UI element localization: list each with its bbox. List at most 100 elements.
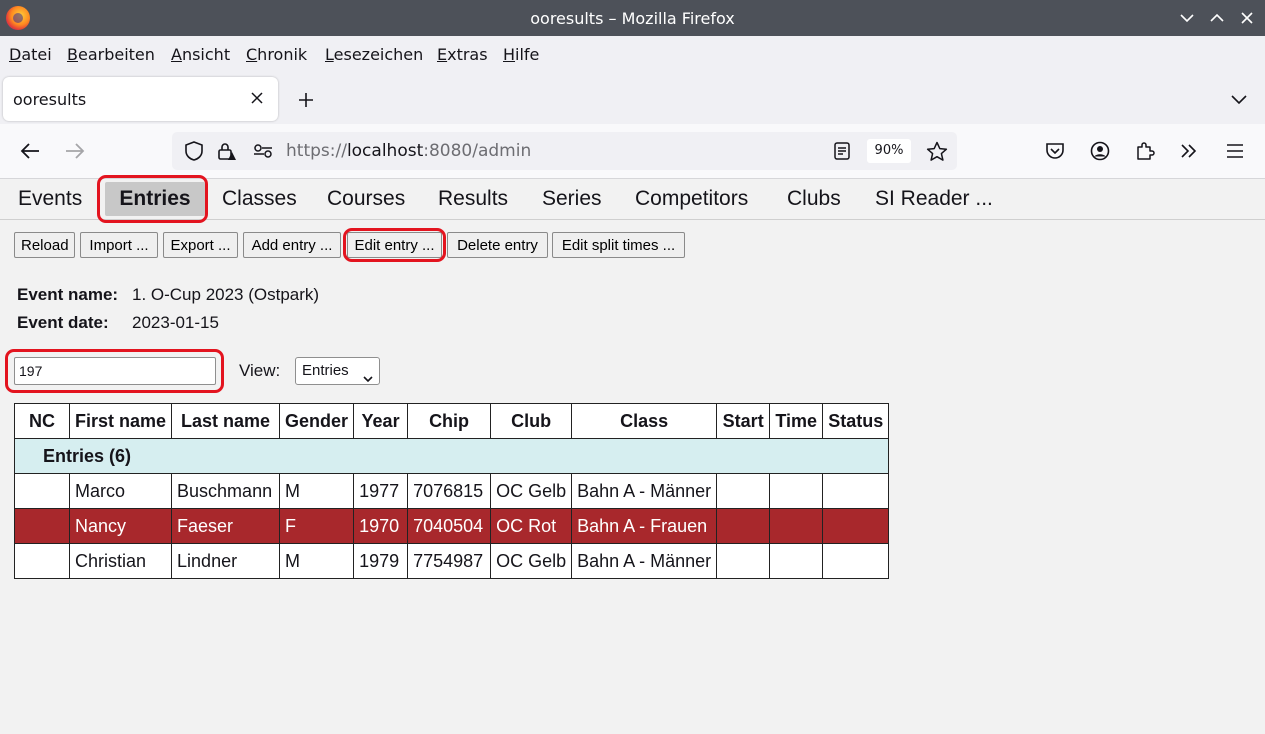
event-date-value: 2023-01-15 [132, 313, 219, 332]
view-select-value: Entries [302, 362, 349, 379]
view-select[interactable]: Entries [295, 357, 380, 385]
window-title: ooresults – Mozilla Firefox [530, 9, 735, 28]
table-cell: 7040504 [407, 508, 492, 544]
permissions-icon[interactable] [248, 136, 278, 166]
menu-chronik[interactable]: Chronik [246, 45, 307, 64]
menu-label: earbeiten [77, 45, 155, 64]
column-header[interactable]: Chip [407, 403, 492, 439]
add-entry-button[interactable]: Add entry ... [243, 232, 341, 258]
reader-view-icon[interactable] [827, 136, 857, 166]
column-header[interactable]: Last name [171, 403, 281, 439]
maximize-icon[interactable] [1205, 6, 1229, 30]
tab-results[interactable]: Results [430, 182, 516, 216]
edit-split-times-button[interactable]: Edit split times ... [552, 232, 685, 258]
tab-competitors[interactable]: Competitors [627, 182, 756, 216]
menu-bar: Datei Bearbeiten Ansicht Chronik Lesezei… [0, 36, 1265, 72]
menu-label: esezeichen [333, 45, 424, 64]
table-cell: Lindner [171, 543, 281, 579]
import-button[interactable]: Import ... [80, 232, 158, 258]
table-row[interactable]: Marco Buschmann M 1977 7076815 OC Gelb Bahn A … [14, 473, 890, 509]
reload-button[interactable]: Reload [14, 232, 75, 258]
menu-datei[interactable]: Datei [9, 45, 52, 64]
menu-bearbeiten[interactable]: Bearbeiten [67, 45, 155, 64]
event-name-label: Event name: [17, 285, 119, 304]
column-header[interactable]: Start [716, 403, 771, 439]
tab-strip: ooresults [0, 72, 1265, 124]
tab-classes[interactable]: Classes [214, 182, 305, 216]
browser-tab[interactable]: ooresults [3, 77, 278, 121]
column-header[interactable]: Class [571, 403, 718, 439]
account-icon[interactable] [1085, 136, 1115, 166]
hamburger-menu-icon[interactable] [1220, 136, 1250, 166]
search-input[interactable]: 197 [14, 357, 216, 385]
tab-clubs[interactable]: Clubs [779, 182, 849, 216]
chevron-down-icon[interactable] [1225, 86, 1253, 114]
menu-hilfe[interactable]: Hilfe [503, 45, 539, 64]
url-bar[interactable]: https://localhost:8080/admin 90% [172, 132, 957, 170]
back-icon[interactable] [15, 136, 45, 166]
table-cell [822, 543, 890, 579]
star-icon[interactable] [922, 136, 952, 166]
menu-label: hronik [257, 45, 308, 64]
table-cell: 1970 [353, 508, 409, 544]
table-header-row: NC First name Last name Gender Year Chip… [14, 403, 890, 439]
menu-ansicht[interactable]: Ansicht [171, 45, 230, 64]
close-tab-icon[interactable] [246, 87, 268, 109]
column-header[interactable]: Gender [279, 403, 355, 439]
table-cell: Bahn A - Männer [571, 473, 718, 509]
page-content: Events Entries Classes Courses Results S… [0, 175, 1265, 734]
table-cell [769, 508, 824, 544]
table-cell: M [279, 473, 355, 509]
group-label: Entries (6) [13, 438, 890, 474]
column-header[interactable]: First name [68, 403, 173, 439]
table-cell [716, 543, 771, 579]
overflow-chevrons-icon[interactable] [1174, 136, 1204, 166]
table-cell: Marco [68, 473, 173, 509]
table-cell: Buschmann [171, 473, 281, 509]
table-cell: 7076815 [407, 473, 492, 509]
menu-label: nsicht [181, 45, 231, 64]
tab-series[interactable]: Series [534, 182, 610, 216]
navigation-bar: https://localhost:8080/admin 90% [0, 124, 1265, 179]
column-header[interactable]: Year [353, 403, 409, 439]
tab-courses[interactable]: Courses [319, 182, 413, 216]
new-tab-icon[interactable] [292, 86, 320, 114]
table-row[interactable]: Nancy Faeser F 1970 7040504 OC Rot Bahn A - Fr… [14, 508, 890, 544]
table-cell [716, 508, 771, 544]
forward-icon[interactable] [60, 136, 90, 166]
zoom-level-button[interactable]: 90% [867, 139, 911, 163]
group-row[interactable]: Entries (6) [13, 438, 890, 474]
extensions-icon[interactable] [1130, 136, 1160, 166]
table-cell: Christian [68, 543, 173, 579]
shield-icon[interactable] [179, 136, 209, 166]
edit-entry-button[interactable]: Edit entry ... [347, 232, 442, 258]
app-nav-tabs: Events Entries Classes Courses Results S… [0, 179, 1265, 220]
minimize-icon[interactable] [1175, 6, 1199, 30]
chevron-down-icon [363, 366, 373, 392]
pocket-icon[interactable] [1040, 136, 1070, 166]
column-header[interactable]: Status [822, 403, 890, 439]
tab-entries[interactable]: Entries [105, 182, 205, 216]
delete-entry-button[interactable]: Delete entry [447, 232, 548, 258]
table-cell [822, 508, 890, 544]
table-cell: 1979 [353, 543, 409, 579]
column-header[interactable]: Time [769, 403, 824, 439]
column-header[interactable]: NC [14, 403, 70, 439]
url-text[interactable]: https://localhost:8080/admin [286, 141, 531, 161]
menu-lesezeichen[interactable]: Lesezeichen [325, 45, 423, 64]
lock-warning-icon[interactable] [212, 136, 242, 166]
tab-events[interactable]: Events [10, 182, 90, 216]
table-cell: M [279, 543, 355, 579]
menu-extras[interactable]: Extras [437, 45, 488, 64]
table-row[interactable]: Christian Lindner M 1979 7754987 OC Gelb Bahn … [14, 543, 890, 579]
tab-si-reader[interactable]: SI Reader ... [867, 182, 1001, 216]
table-cell: Nancy [68, 508, 173, 544]
table-cell: OC Rot [490, 508, 573, 544]
column-header[interactable]: Club [490, 403, 573, 439]
close-window-icon[interactable] [1235, 6, 1259, 30]
table-cell [716, 473, 771, 509]
table-cell: OC Gelb [490, 543, 573, 579]
table-cell [14, 508, 70, 544]
table-cell: F [279, 508, 355, 544]
export-button[interactable]: Export ... [163, 232, 238, 258]
